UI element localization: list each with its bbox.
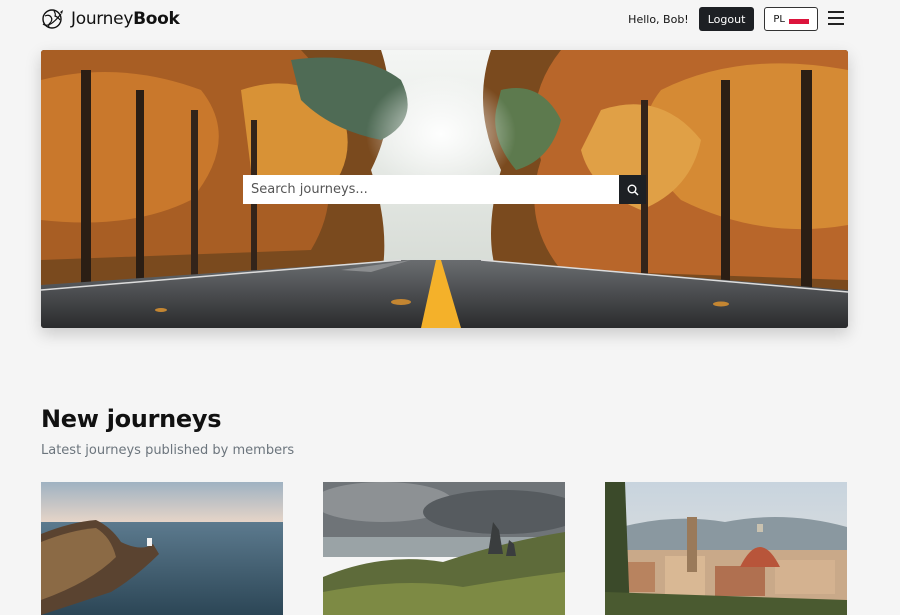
florence-cathedral-cityscape-photo [605, 482, 847, 615]
journey-card[interactable] [41, 482, 283, 615]
search-button[interactable] [619, 175, 646, 204]
brand-name: JourneyBook [71, 9, 180, 29]
language-button[interactable]: PL [764, 7, 818, 31]
brand-logo[interactable]: JourneyBook [41, 8, 180, 30]
navbar: JourneyBook Hello, Bob! Logout PL [0, 0, 900, 40]
user-greeting: Hello, Bob! [628, 12, 689, 26]
hamburger-icon[interactable] [828, 11, 844, 25]
search-icon [627, 184, 639, 196]
language-code: PL [773, 13, 785, 25]
section-title: New journeys [41, 405, 222, 433]
section-subtitle: Latest journeys published by members [41, 443, 295, 458]
nav-actions: Hello, Bob! Logout PL [628, 7, 818, 31]
rocky-highlands-stormy-sky-photo [323, 482, 565, 615]
journey-card[interactable] [323, 482, 565, 615]
journey-card[interactable] [605, 482, 847, 615]
poland-flag-icon [789, 14, 809, 24]
coastal-lighthouse-cliff-photo [41, 482, 283, 615]
search-bar [243, 175, 646, 204]
logout-button[interactable]: Logout [698, 7, 755, 31]
globe-icon [42, 9, 63, 29]
search-input[interactable] [243, 175, 619, 204]
